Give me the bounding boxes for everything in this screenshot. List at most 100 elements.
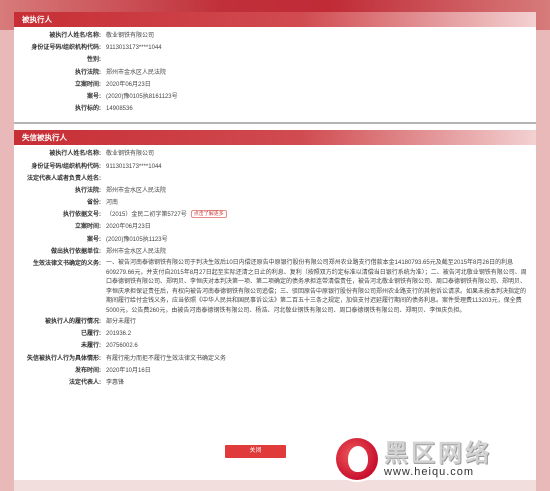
- field-label: 未履行:: [81, 343, 101, 350]
- field-value-text: 2020年06月23日: [106, 81, 151, 88]
- field-value: 郑州市金水区人民法院: [106, 246, 536, 258]
- dishonest-debtor-info: 被执行人姓名/名称: 敬业钢铁有限公司 身份证号码/组织机构代码: 911301317…: [14, 145, 536, 389]
- field-row: 身份证号码/组织机构代码: 9113013173****1044: [14, 42, 536, 54]
- field-row: 发布时间: 2020年10月16日: [14, 365, 536, 377]
- section-divider: [14, 122, 536, 125]
- field-label: 法定代表人或者负责人姓名:: [27, 175, 101, 182]
- field-row: 性别:: [14, 54, 536, 66]
- field-row: 法定代表人: 李惠锋: [14, 377, 536, 389]
- field-label: 案号:: [87, 93, 101, 100]
- close-button[interactable]: 关闭: [225, 445, 286, 458]
- field-row: 已履行: 201936.2: [14, 328, 536, 340]
- field-value: 9113013173****1044: [106, 161, 536, 173]
- field-value: 郑州市金水区人民法院: [106, 67, 536, 79]
- field-label: 执行依据文号:: [63, 212, 101, 219]
- field-label: 性别:: [87, 57, 101, 64]
- field-value-text: 李惠锋: [106, 379, 125, 386]
- field-value-text: 郑州市金水区人民法院: [106, 187, 167, 194]
- watermark: 黑区网络 www.heiqu.com: [336, 438, 492, 480]
- field-value: (2020)豫0105执1123号: [106, 234, 536, 246]
- field-label: 被执行人姓名/名称:: [49, 151, 101, 158]
- field-label: 做出执行依据单位:: [51, 248, 101, 255]
- field-value-text: (2020)豫0105执1123号: [106, 236, 168, 243]
- field-value: （2015）金民二初字第5727号 点击了解更多: [106, 209, 536, 221]
- field-label: 身份证号码/组织机构代码:: [31, 45, 101, 52]
- left-margin: [0, 30, 14, 491]
- field-value-text: （2015）金民二初字第5727号: [106, 212, 187, 219]
- field-label: 省份:: [87, 200, 101, 207]
- field-value-text: 有履行能力而拒不履行生效法律文书确定义务: [106, 355, 227, 362]
- field-row: 立案时间: 2020年06月23日: [14, 79, 536, 91]
- field-value-text: 敬业钢铁有限公司: [106, 33, 155, 39]
- field-value: 201936.2: [106, 328, 536, 340]
- field-value: [106, 54, 536, 66]
- field-label: 法定代表人:: [69, 379, 101, 386]
- field-value-text: 9113013173****1044: [106, 45, 162, 52]
- field-row: 被执行人姓名/名称: 敬业钢铁有限公司: [14, 148, 536, 160]
- field-value-text: 9113013173****1044: [106, 163, 162, 170]
- field-label: 执行法院:: [75, 69, 101, 76]
- field-row: 被执行人的履行情况: 部分未履行: [14, 316, 536, 328]
- detail-panel: 被执行人 被执行人姓名/名称: 敬业钢铁有限公司 身份证号码/组织机构代码: 9113…: [14, 12, 536, 480]
- obligation-label: 生效法律文书确定的义务:: [33, 261, 101, 267]
- section-title-debtor: 被执行人: [14, 12, 536, 27]
- field-value: 20756002.6: [106, 340, 536, 352]
- field-value-text: 郑州市金水区人民法院: [106, 248, 167, 255]
- field-value-text: (2020)豫0105执8161123号: [106, 93, 178, 100]
- field-row: 执行依据文号: （2015）金民二初字第5727号 点击了解更多: [14, 209, 536, 221]
- field-label: 执行标的:: [75, 106, 101, 113]
- right-margin: [536, 30, 550, 491]
- field-value-text: 河南: [106, 200, 119, 207]
- field-value: 敬业钢铁有限公司: [106, 148, 536, 160]
- obligation-text: 一、被告河南泰德钢铁有限公司于判决生效后10日内偿还原告中原银行股份有限公司郑州…: [106, 260, 527, 314]
- field-value: 敬业钢铁有限公司: [106, 30, 536, 42]
- field-value: [106, 173, 536, 185]
- field-value: 2020年06月23日: [106, 221, 536, 233]
- field-value: 河南: [106, 197, 536, 209]
- field-row: 未履行: 20756002.6: [14, 340, 536, 352]
- field-row: 身份证号码/组织机构代码: 9113013173****1044: [14, 161, 536, 173]
- field-row: 案号: (2020)豫0105执8161123号: [14, 91, 536, 103]
- field-row: 案号: (2020)豫0105执1123号: [14, 234, 536, 246]
- section-title-dishonest-debtor: 失信被执行人: [14, 130, 536, 146]
- watermark-logo-icon: [336, 438, 378, 480]
- field-row: 立案时间: 2020年06月23日: [14, 221, 536, 233]
- field-value-text: 郑州市金水区人民法院: [106, 69, 167, 76]
- field-value: 9113013173****1044: [106, 42, 536, 54]
- field-value-text: 20756002.6: [106, 343, 138, 350]
- field-value: 有履行能力而拒不履行生效法律文书确定义务: [106, 353, 536, 365]
- field-value-text: 2020年10月16日: [106, 367, 151, 374]
- field-value-text: 2020年06月23日: [106, 224, 151, 231]
- field-row: 失信被执行人行为具体情形: 有履行能力而拒不履行生效法律文书确定义务: [14, 353, 536, 365]
- field-label: 被执行人的履行情况:: [45, 319, 101, 325]
- field-label: 已履行:: [81, 331, 101, 338]
- field-value: (2020)豫0105执8161123号: [106, 91, 536, 103]
- field-row: 做出执行依据单位: 郑州市金水区人民法院: [14, 246, 536, 258]
- field-row: 法定代表人或者负责人姓名:: [14, 173, 536, 185]
- field-value: 部分未履行: [106, 316, 536, 328]
- field-value: 李惠锋: [106, 377, 536, 389]
- field-value: 2020年06月23日: [106, 79, 536, 91]
- field-row: 执行标的: 14908536: [14, 103, 536, 115]
- field-label: 身份证号码/组织机构代码:: [31, 163, 101, 170]
- obligation-row: 生效法律文书确定的义务: 一、被告河南泰德钢铁有限公司于判决生效后10日内偿还原告…: [14, 258, 536, 316]
- field-label: 执行法院:: [75, 187, 101, 194]
- field-value-text: 201936.2: [106, 331, 132, 338]
- field-value: 2020年10月16日: [106, 365, 536, 377]
- learn-more-link[interactable]: 点击了解更多: [190, 210, 227, 219]
- debtor-info: 被执行人姓名/名称: 敬业钢铁有限公司 身份证号码/组织机构代码: 911301317…: [14, 27, 536, 115]
- field-value: 14908536: [106, 103, 536, 115]
- field-value-text: 敬业钢铁有限公司: [106, 151, 155, 158]
- field-row: 执行法院: 郑州市金水区人民法院: [14, 67, 536, 79]
- field-label: 发布时间:: [75, 367, 101, 374]
- field-value-text: 14908536: [106, 106, 133, 113]
- field-row: 执行法院: 郑州市金水区人民法院: [14, 185, 536, 197]
- watermark-url: www.heiqu.com: [384, 466, 475, 478]
- field-label: 立案时间:: [75, 81, 101, 88]
- field-label: 案号:: [87, 236, 101, 243]
- field-label: 失信被执行人行为具体情形:: [27, 355, 101, 362]
- field-label: 立案时间:: [75, 224, 101, 231]
- learn-more-label: 点击了解更多: [193, 211, 224, 218]
- field-row: 省份: 河南: [14, 197, 536, 209]
- field-label: 被执行人姓名/名称:: [49, 33, 101, 39]
